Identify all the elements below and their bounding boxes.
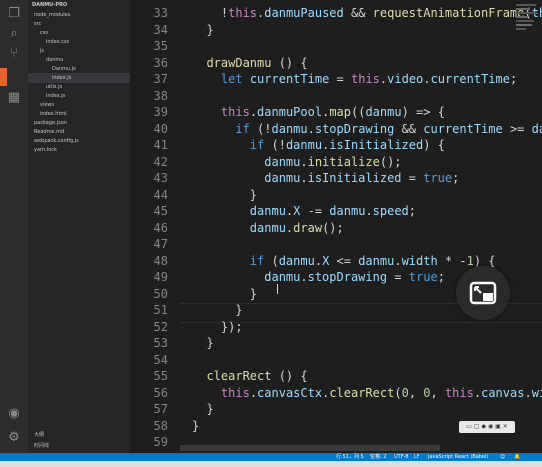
line-number: 44 [153,187,168,202]
line-number: 41 [153,138,168,152]
tree-item-label: package.json [34,120,67,126]
line-number: 51 [153,303,168,317]
line-number: 39 [153,105,168,119]
tree-item-label: index.js [46,93,66,99]
code-line[interactable]: } [192,302,242,318]
line-number: 49 [153,270,168,284]
timeline-section[interactable]: 时间线 [28,441,130,451]
code-line[interactable]: if (danmu.X <= danmu.width * -1) { [192,253,496,269]
code-line[interactable]: if (!danmu.isInitialized) { [192,137,445,153]
extensions-icon[interactable]: ▦ [6,90,22,106]
code-line[interactable]: danmu.stopDrawing = true; [192,269,445,285]
encoding[interactable]: UTF-8 [394,453,409,461]
tree-item-label: node_modules [34,12,71,18]
activity-bar: ❐ ⌕ ⑂ ▦ ◉ ⚙ [0,0,28,453]
tree-item-label: index.js [52,75,72,81]
tree-item-label: src [34,21,42,27]
code-line[interactable]: drawDanmu () { [192,55,307,71]
line-number: 50 [153,286,168,301]
tree-item-label: js [40,48,44,54]
line-number: 33 [153,6,168,20]
explorer-sidebar: DANMU-PRO node_modulessrc css index.css js d… [28,0,131,453]
line-number: 59 [153,435,168,449]
code-line[interactable]: if (!danmu.stopDrawing && currentTime >=… [192,121,542,137]
code-line[interactable]: } [192,286,257,302]
tree-item-label: css [40,30,48,36]
code-line[interactable]: }); [192,319,243,335]
line-number: 38 [153,88,168,103]
picture-in-picture-button[interactable] [456,266,510,320]
line-number: 40 [153,121,168,136]
line-number: 46 [153,220,168,235]
language-mode[interactable]: JavaScript React (Babel) [428,453,488,461]
account-icon[interactable]: ◉ [6,406,22,422]
outline-section[interactable]: 大纲 [28,430,130,440]
line-number: 53 [153,336,168,350]
tree-item-label: Readme.md [34,129,65,135]
line-number: 57 [153,402,168,416]
code-line[interactable]: !this.danmuPaused && requestAnimationFra… [192,5,542,21]
line-number: 34 [153,22,168,37]
line-number: 37 [153,72,168,86]
tree-item-label: Danmu.js [52,66,76,72]
line-number: 43 [153,171,168,185]
code-line[interactable]: danmu.X -= danmu.speed; [192,203,416,219]
tree-item-label: views [40,102,55,108]
line-number: 47 [153,237,168,251]
code-line[interactable]: } [192,22,213,38]
indentation[interactable]: 空格: 2 [370,453,386,461]
text-cursor [277,284,278,294]
status-bar: 行 51，列 5 空格: 2 UTF-8 LF JavaScript React… [0,453,542,461]
line-number: 56 [153,385,168,400]
code-line[interactable]: this.canvasCtx.clearRect(0, 0, this.canv… [192,385,542,401]
line-number: 54 [153,352,168,367]
end-of-line[interactable]: LF [414,453,420,461]
code-line[interactable]: this.danmuPool.map((danmu) => { [192,104,445,120]
line-number: 42 [153,154,168,169]
horizontal-scrollbar[interactable] [180,445,440,451]
code-line[interactable]: let currentTime = this.video.currentTime… [192,71,517,87]
tree-item-label: index.css [46,39,70,45]
gear-icon[interactable]: ⚙ [6,430,22,446]
search-icon[interactable]: ⌕ [6,26,22,42]
line-number: 52 [153,319,168,334]
line-number: 58 [153,418,168,433]
source-control-icon[interactable]: ⑂ [6,46,22,62]
code-line[interactable]: } [192,335,213,351]
code-area[interactable]: !this.danmuPaused && requestAnimationFra… [192,0,542,453]
line-number: 35 [153,39,168,53]
code-line[interactable]: } [192,418,199,434]
tree-item-label: index.html [40,111,67,117]
code-line[interactable]: danmu.isInitialized = true; [192,170,459,186]
minimap[interactable] [512,0,542,40]
code-line[interactable]: danmu.draw(); [192,220,344,236]
line-number: 48 [153,253,168,268]
line-number: 36 [153,55,168,70]
line-number: 55 [153,369,168,383]
notifications-icon[interactable]: 🔔 [514,453,520,461]
files-icon[interactable]: ❐ [6,6,22,22]
tree-item-label: yarn.lock [34,147,57,153]
code-line[interactable]: } [192,187,257,203]
code-line[interactable]: danmu.initialize(); [192,154,401,170]
tree-item[interactable]: yarn.lock [28,145,57,155]
tree-item-label: webpack.config.js [34,138,79,144]
line-number: 45 [153,204,168,218]
tree-item-label: danmu [46,57,64,63]
tree-item-label: utils.js [46,84,63,90]
os-taskbar [0,461,542,467]
code-line[interactable]: clearRect () { [192,368,307,384]
code-editor[interactable]: 33 34 35 36 37 38 39 40 41 42 43 44 45 46 47 48 49 50 51 52… [130,0,542,453]
project-title[interactable]: DANMU-PRO [32,0,67,10]
code-line[interactable]: } [192,401,213,417]
feedback-icon[interactable]: ☺ [500,453,505,461]
line-number-gutter: 33 34 35 36 37 38 39 40 41 42 43 44 45 46 47 48 49 50 51 52… [130,0,180,453]
debug-indicator [0,68,7,86]
video-control-toolbar[interactable]: ▭ ▢ ◆ ◉ ▣ ✕ [459,421,515,433]
cursor-position[interactable]: 行 51，列 5 [336,453,364,461]
